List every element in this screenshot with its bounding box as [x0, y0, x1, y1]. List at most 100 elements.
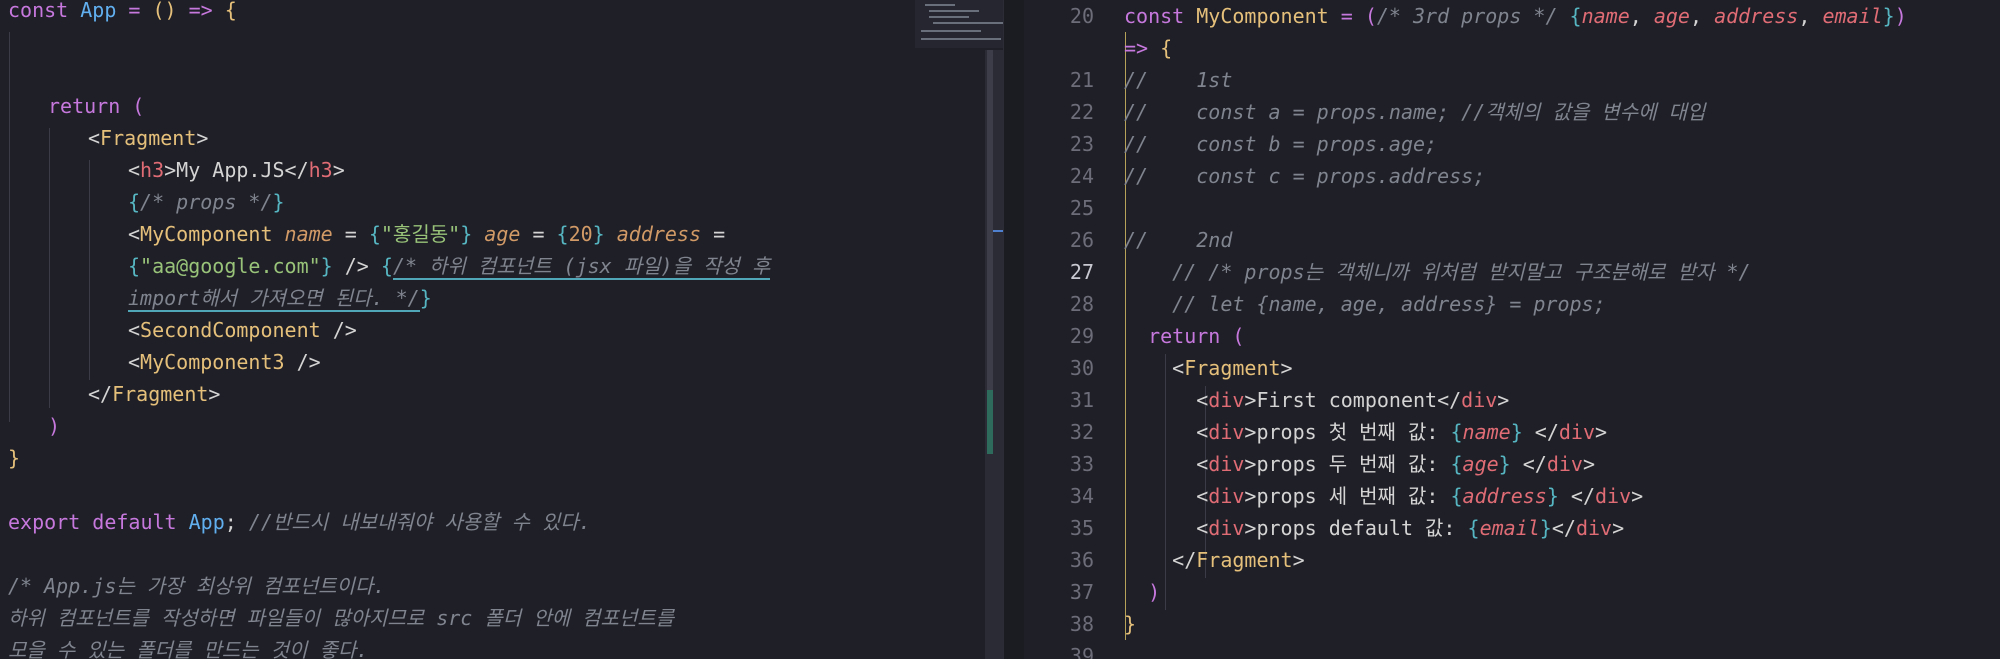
code-token: address: [616, 222, 702, 246]
code-token: MyComponent: [140, 222, 273, 246]
code-line[interactable]: import해서 가져오면 된다. */}: [0, 282, 910, 314]
code-line[interactable]: 27 // /* props는 객체니까 위처럼 받지말고 구조분해로 받자 *…: [1024, 256, 2000, 288]
code-line[interactable]: 22 // const a = props.name; //객체의 값을 변수에 …: [1024, 96, 2000, 128]
code-token: Fragment: [1196, 548, 1293, 572]
code-token: import해서 가져오면 된다. */: [128, 286, 420, 312]
code-token: }: [1124, 612, 1137, 636]
code-token: (): [152, 0, 177, 22]
code-line[interactable]: <SecondComponent />: [0, 314, 910, 346]
code-token: MyComponent3: [140, 350, 285, 374]
code-token: const: [8, 0, 81, 22]
code-text: {"aa@google.com"} /> {/* 하위 컴포넌트 (jsx 파일…: [128, 250, 771, 282]
code-token: >: [1631, 484, 1644, 508]
code-token: // const c = props.address;: [1124, 164, 1486, 188]
code-line[interactable]: 28 // let {name, age, address} = props;: [1024, 288, 2000, 320]
code-text: <div>First component</div>: [1124, 384, 1509, 416]
code-line[interactable]: 32 <div>props 첫 번째 값: {name} </div>: [1024, 416, 2000, 448]
scrollbar-thumb[interactable]: [987, 50, 993, 390]
code-line[interactable]: 37 ): [1024, 576, 2000, 608]
code-token: </: [1558, 484, 1595, 508]
code-line[interactable]: 33 <div>props 두 번째 값: {age} </div>: [1024, 448, 2000, 480]
code-token: div: [1208, 516, 1245, 540]
code-token: <: [1124, 356, 1185, 380]
code-token: default: [92, 510, 189, 534]
code-line[interactable]: <MyComponent3 />: [0, 346, 910, 378]
code-token: age: [484, 222, 521, 246]
code-token: age: [1462, 452, 1499, 476]
code-token: const: [1124, 4, 1197, 28]
code-line[interactable]: 34 <div>props 세 번째 값: {address} </div>: [1024, 480, 2000, 512]
code-line[interactable]: 25: [1024, 192, 2000, 224]
scrollbar-cursor-marker: [993, 230, 1003, 232]
code-token: =: [116, 0, 153, 22]
code-line[interactable]: return (: [0, 90, 910, 122]
code-line[interactable]: 23 // const b = props.age;: [1024, 128, 2000, 160]
code-line[interactable]: const App = () => {: [0, 0, 910, 26]
code-line[interactable]: {/* props */}: [0, 186, 910, 218]
code-token: {: [1450, 420, 1463, 444]
code-line[interactable]: 38}: [1024, 608, 2000, 640]
left-editor-pane[interactable]: const App = () => {return (<Fragment> <h3…: [0, 0, 1003, 659]
code-text: // const c = props.address;: [1124, 160, 1485, 192]
code-line[interactable]: ): [0, 410, 910, 442]
code-token: MyComponent: [1196, 4, 1329, 28]
code-token: >: [332, 158, 345, 182]
code-token: {: [380, 254, 393, 278]
code-line[interactable]: </Fragment>: [0, 378, 910, 410]
code-line[interactable]: <MyComponent name = {"홍길동"} age = {20} a…: [0, 218, 910, 250]
code-line[interactable]: <h3>My App.JS</h3>: [0, 154, 910, 186]
code-line[interactable]: [0, 58, 910, 90]
code-token: Fragment: [100, 126, 197, 150]
code-line[interactable]: [0, 538, 910, 570]
code-line[interactable]: 24 // const c = props.address;: [1024, 160, 2000, 192]
code-token: }: [1546, 484, 1559, 508]
code-token: div: [1208, 420, 1245, 444]
code-line[interactable]: 35 <div>props default 값: {email}</div>: [1024, 512, 2000, 544]
code-token: >props default 값:: [1244, 516, 1468, 540]
code-line[interactable]: => {: [1024, 32, 2000, 64]
code-token: div: [1575, 516, 1613, 540]
code-token: >First component</: [1244, 388, 1462, 412]
code-line[interactable]: {"aa@google.com"} /> {/* 하위 컴포넌트 (jsx 파일…: [0, 250, 910, 282]
line-number: 26: [1069, 228, 1094, 252]
code-token: address: [1462, 484, 1547, 508]
code-line[interactable]: }: [0, 442, 910, 474]
code-line[interactable]: 29 return (: [1024, 320, 2000, 352]
line-number: 20: [1069, 4, 1094, 28]
editor-split-divider[interactable]: [1003, 0, 1025, 659]
code-token: ,: [1798, 4, 1823, 28]
code-text: <div>props 첫 번째 값: {name} </div>: [1124, 416, 1607, 448]
code-token: }: [1539, 516, 1552, 540]
code-text: /* App.js는 가장 최상위 컴포넌트이다.: [8, 570, 385, 602]
code-token: div: [1558, 420, 1595, 444]
code-token: Fragment: [1184, 356, 1281, 380]
code-token: // const b = props.age;: [1124, 132, 1438, 156]
vertical-scrollbar[interactable]: [985, 50, 1003, 659]
code-line[interactable]: 31 <div>First component</div>: [1024, 384, 2000, 416]
code-line[interactable]: 20 const MyComponent = (/* 3rd props */ {…: [1024, 0, 2000, 32]
right-editor-pane[interactable]: 20 const MyComponent = (/* 3rd props */ {…: [1024, 0, 2000, 659]
code-line[interactable]: 30 <Fragment>: [1024, 352, 2000, 384]
code-token: {: [556, 222, 569, 246]
code-line[interactable]: [0, 474, 910, 506]
code-token: // 1st: [1124, 68, 1233, 92]
code-line[interactable]: /* App.js는 가장 최상위 컴포넌트이다.: [0, 570, 910, 602]
code-line[interactable]: 36 </Fragment>: [1024, 544, 2000, 576]
code-line[interactable]: 모을 수 있는 폴더를 만드는 것이 좋다.: [0, 634, 910, 659]
code-line[interactable]: 26 // 2nd: [1024, 224, 2000, 256]
code-line[interactable]: 39: [1024, 640, 2000, 659]
code-token: >props 첫 번째 값:: [1244, 420, 1451, 444]
code-token: age: [1653, 4, 1690, 28]
code-token: <: [128, 350, 141, 374]
line-number: 28: [1069, 292, 1094, 316]
code-line[interactable]: [0, 26, 910, 58]
code-token: // let {name, age, address} = props;: [1124, 292, 1606, 316]
minimap[interactable]: [915, 0, 1003, 48]
code-token: =>: [176, 0, 225, 22]
code-token: >: [1582, 452, 1595, 476]
code-line[interactable]: export default App; //반드시 내보내줘야 사용할 수 있다…: [0, 506, 910, 538]
code-line[interactable]: 하위 컴포넌트를 작성하면 파일들이 많아지므로 src 폴더 안에 컴포넌트를: [0, 602, 910, 634]
code-line[interactable]: 21 // 1st: [1024, 64, 2000, 96]
code-line[interactable]: <Fragment>: [0, 122, 910, 154]
code-token: <: [1124, 388, 1209, 412]
